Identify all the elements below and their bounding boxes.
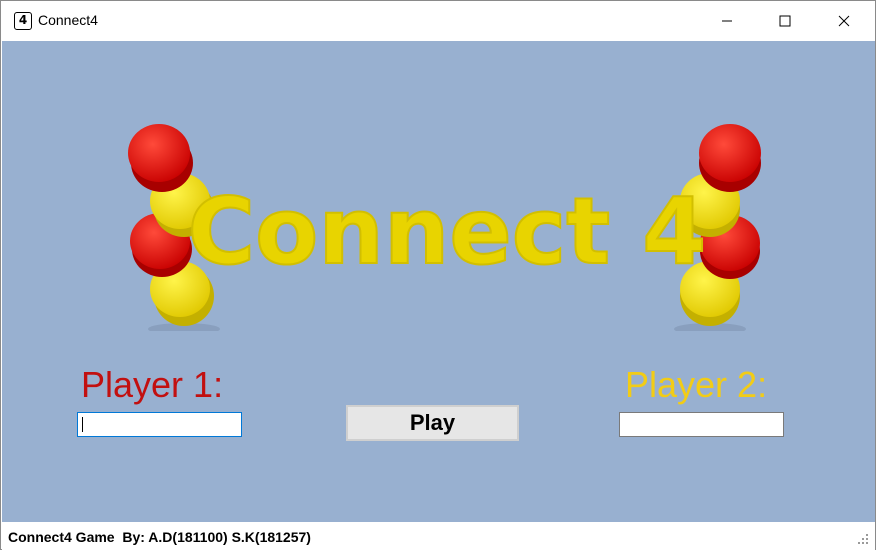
- status-text: Connect4 Game By: A.D(181100) S.K(181257…: [8, 529, 311, 545]
- game-menu-panel: Connect 4 Player 1: Play Player 2:: [2, 41, 875, 522]
- maximize-button[interactable]: [756, 1, 814, 41]
- player2-label: Player 2:: [625, 364, 768, 405]
- title-bar[interactable]: 4 Connect4: [1, 1, 875, 41]
- player2-name-input[interactable]: [619, 412, 784, 437]
- play-button[interactable]: Play: [346, 405, 519, 441]
- text-cursor: [82, 417, 83, 432]
- window-title: Connect4: [38, 12, 98, 28]
- status-bar: Connect4 Game By: A.D(181100) S.K(181257…: [2, 522, 875, 550]
- player1-name-input[interactable]: [77, 412, 242, 437]
- app-icon: 4: [14, 12, 32, 30]
- minimize-icon: [722, 20, 732, 22]
- player1-label: Player 1:: [81, 364, 224, 405]
- app-window: 4 Connect4 Connect 4 Player 1: Play Play…: [0, 0, 876, 550]
- minimize-button[interactable]: [698, 1, 756, 41]
- maximize-icon: [779, 15, 791, 27]
- resize-grip-icon[interactable]: [857, 533, 869, 545]
- close-icon: [838, 15, 850, 27]
- close-button[interactable]: [815, 1, 873, 41]
- connect4-logo: Connect 4: [128, 124, 761, 331]
- logo-text: Connect 4: [188, 178, 707, 285]
